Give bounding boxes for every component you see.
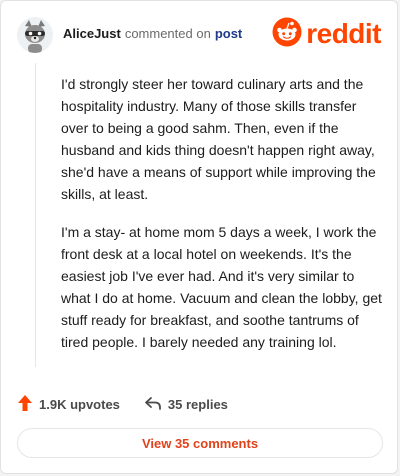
reply-count: 35 replies [167, 396, 228, 412]
view-comments-button[interactable]: View 35 comments [17, 428, 383, 458]
author-name[interactable]: AliceJust [63, 26, 121, 41]
reply-arrow-icon [144, 395, 162, 414]
comment-card: AliceJust commented on post reddit I'd s… [0, 0, 398, 474]
replies-button[interactable]: 35 replies [144, 395, 228, 414]
raccoon-avatar-icon[interactable] [17, 17, 53, 53]
comment-header: AliceJust commented on post reddit [17, 17, 381, 53]
upvote-count: 1.9K upvotes [39, 396, 120, 412]
comment-footer: 1.9K upvotes 35 replies [17, 394, 381, 414]
comment-paragraph: I'm a stay- at home mom 5 days a week, I… [61, 224, 382, 350]
reddit-snoo-icon [272, 17, 302, 52]
post-link[interactable]: post [215, 26, 242, 41]
comment-paragraph: I'd strongly steer her toward culinary a… [61, 76, 376, 202]
reddit-logo[interactable]: reddit [272, 17, 381, 52]
comment-byline: AliceJust commented on post [63, 26, 242, 42]
upvote-button[interactable]: 1.9K upvotes [17, 394, 120, 415]
upvote-arrow-icon [17, 394, 33, 415]
comment-body: I'd strongly steer her toward culinary a… [61, 73, 383, 369]
byline-verb: commented on [124, 26, 211, 41]
thread-line [35, 63, 36, 367]
reddit-wordmark: reddit [306, 18, 381, 49]
